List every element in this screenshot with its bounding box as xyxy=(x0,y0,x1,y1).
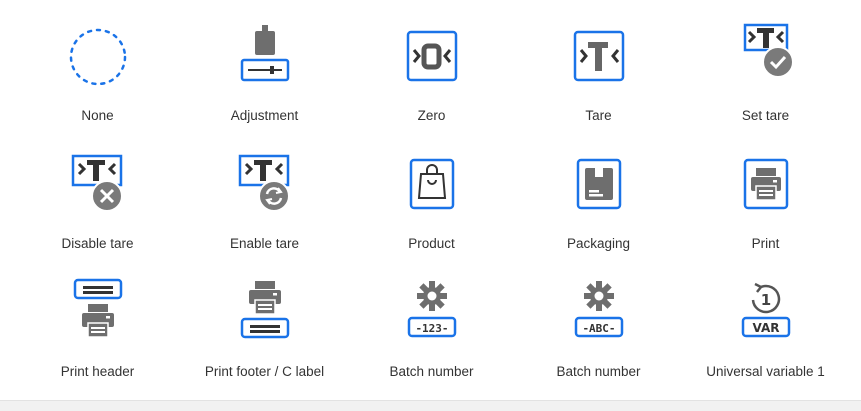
tile-label: Print xyxy=(751,236,780,251)
tile-print[interactable]: Print xyxy=(682,136,849,264)
tile-enable-tare[interactable]: Enable tare xyxy=(181,136,348,264)
tile-label: Tare xyxy=(585,108,612,123)
tile-label: Print footer / C label xyxy=(204,364,325,379)
tile-disable-tare[interactable]: Disable tare xyxy=(14,136,181,264)
tile-batch-number-numeric[interactable]: -123- Batch number xyxy=(348,264,515,394)
tile-label: Enable tare xyxy=(229,236,300,251)
batch-badge-numeric: -123- xyxy=(415,322,448,335)
print-header-icon xyxy=(63,278,133,348)
tare-icon xyxy=(564,22,634,92)
product-bag-icon xyxy=(397,150,467,220)
none-dashed-circle-icon xyxy=(63,22,133,92)
zero-icon xyxy=(397,22,467,92)
bottom-bar xyxy=(0,400,861,411)
batch-number-alpha-icon: -ABC- xyxy=(564,278,634,348)
printer-icon xyxy=(731,150,801,220)
batch-badge-alpha: -ABC- xyxy=(582,322,615,335)
function-grid: None Adjustment Zero Tare Set tare Disab… xyxy=(0,0,861,400)
tile-label: Universal variable 1 xyxy=(706,364,825,379)
tile-label: Product xyxy=(408,236,455,251)
tile-label: Batch number xyxy=(389,364,474,379)
tile-zero[interactable]: Zero xyxy=(348,8,515,136)
tile-label: None xyxy=(81,108,114,123)
tile-print-header[interactable]: Print header xyxy=(14,264,181,394)
var-badge: VAR xyxy=(752,321,779,335)
tile-adjustment[interactable]: Adjustment xyxy=(181,8,348,136)
adjustment-weight-icon xyxy=(230,22,300,92)
tile-none[interactable]: None xyxy=(14,8,181,136)
enable-tare-icon xyxy=(230,150,300,220)
set-tare-icon xyxy=(731,22,801,92)
tile-universal-variable-1[interactable]: 1 VAR Universal variable 1 xyxy=(682,264,849,394)
disable-tare-icon xyxy=(63,150,133,220)
tile-label: Set tare xyxy=(741,108,790,123)
tile-label: Zero xyxy=(417,108,446,123)
universal-variable-icon: 1 VAR xyxy=(731,278,801,348)
packaging-box-icon xyxy=(564,150,634,220)
tile-label: Packaging xyxy=(566,236,631,251)
tile-print-footer[interactable]: Print footer / C label xyxy=(181,264,348,394)
tile-tare[interactable]: Tare xyxy=(515,8,682,136)
tile-label: Batch number xyxy=(556,364,641,379)
variable-number: 1 xyxy=(760,291,770,309)
print-footer-icon xyxy=(230,278,300,348)
tile-label: Disable tare xyxy=(61,236,134,251)
batch-number-numeric-icon: -123- xyxy=(397,278,467,348)
tile-product[interactable]: Product xyxy=(348,136,515,264)
tile-label: Adjustment xyxy=(230,108,299,123)
tile-label: Print header xyxy=(60,364,135,379)
tile-packaging[interactable]: Packaging xyxy=(515,136,682,264)
tile-batch-number-alpha[interactable]: -ABC- Batch number xyxy=(515,264,682,394)
tile-set-tare[interactable]: Set tare xyxy=(682,8,849,136)
